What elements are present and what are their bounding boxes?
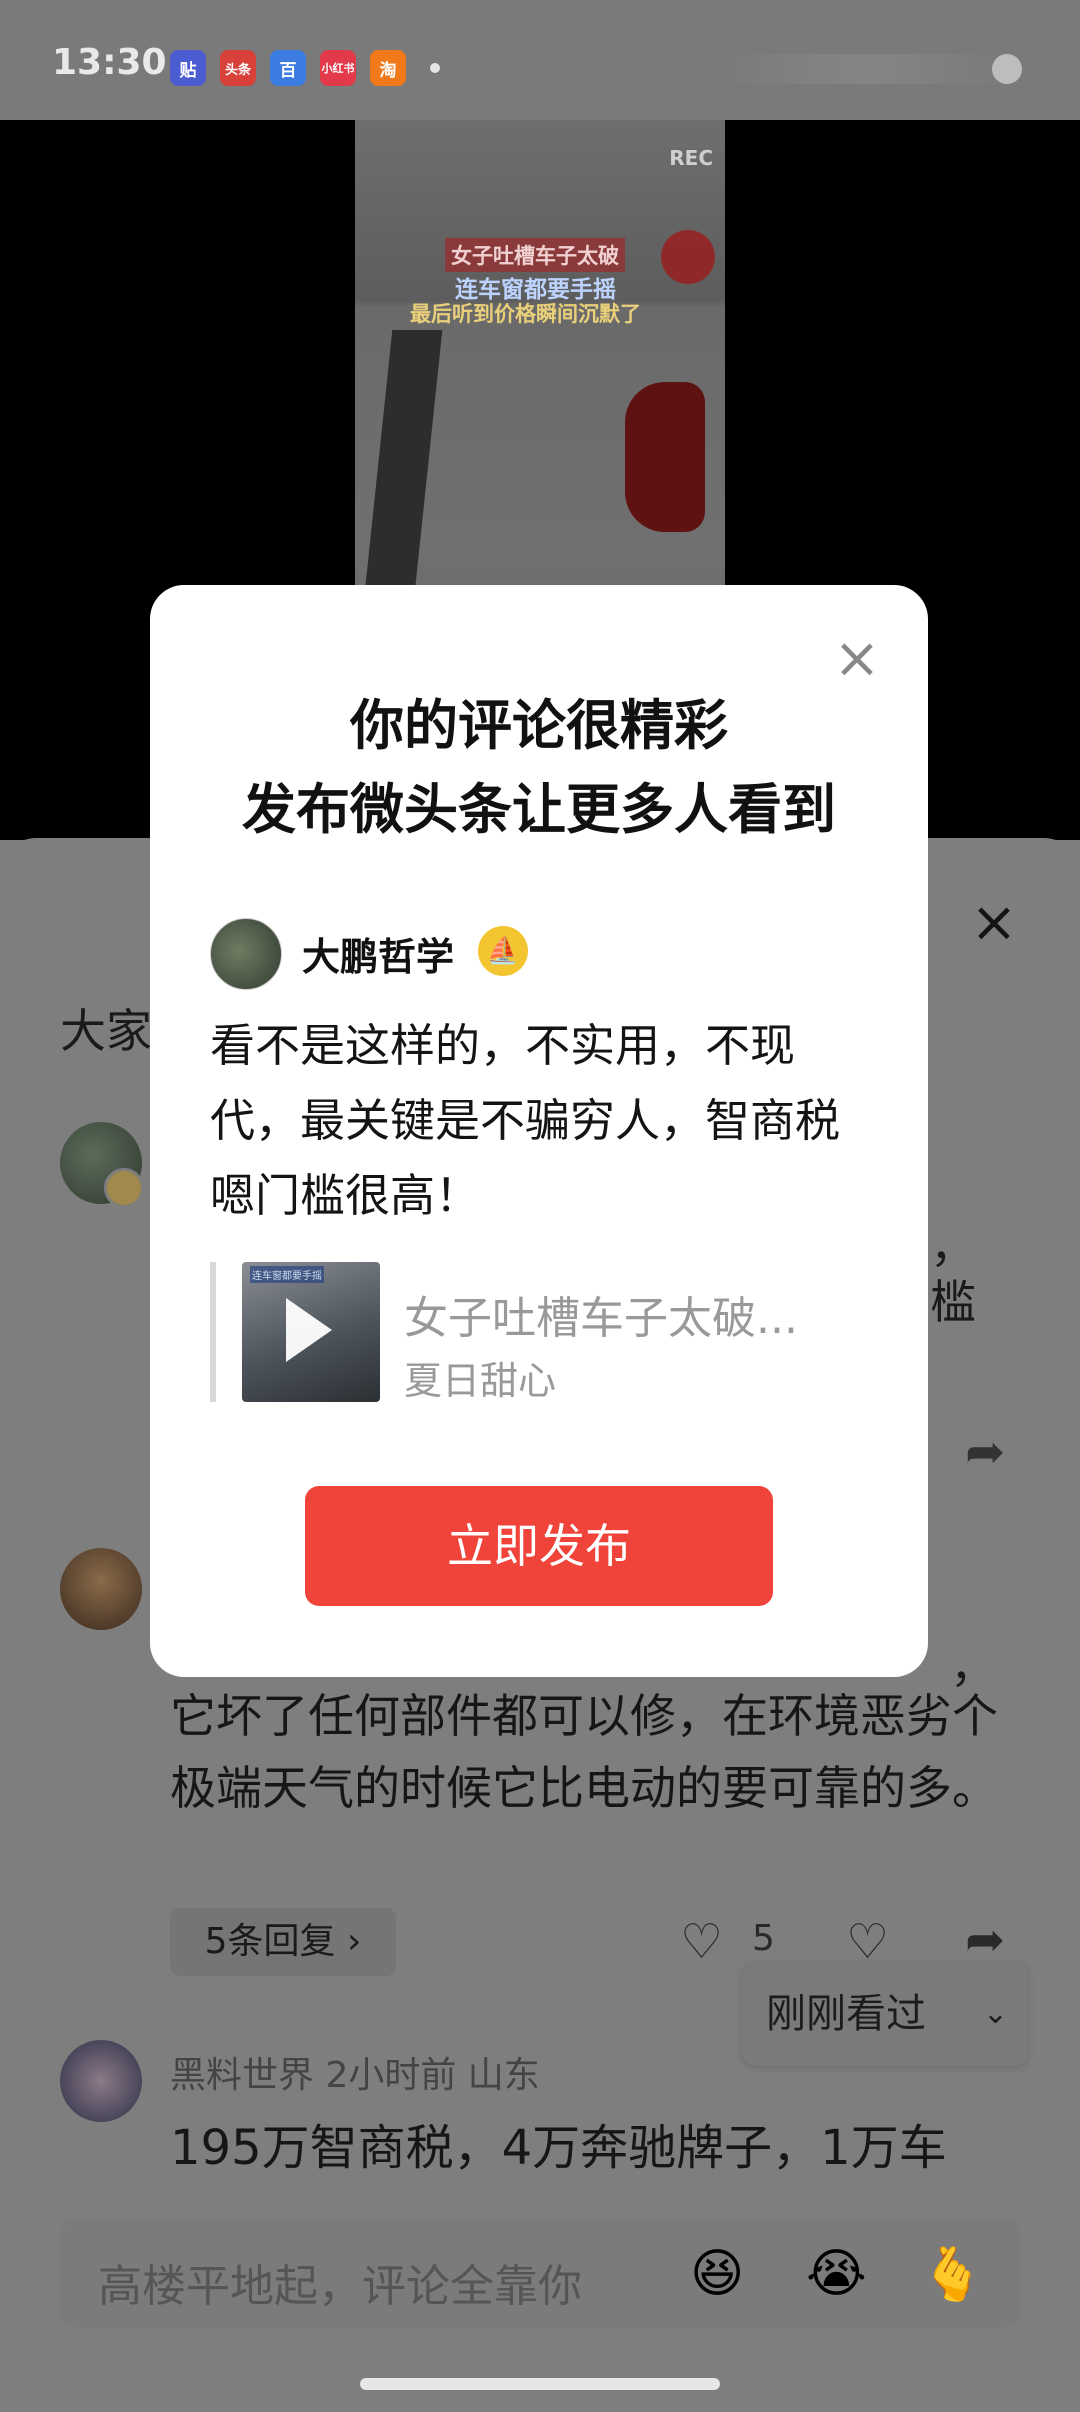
avatar[interactable] bbox=[60, 2040, 142, 2122]
video-blob bbox=[661, 230, 715, 284]
rec-label: REC bbox=[669, 146, 713, 170]
baidu-icon: 百 bbox=[270, 50, 306, 86]
more-notifications-dot bbox=[430, 63, 440, 73]
dialog-comment-text: 看不是这样的，不实用，不现代，最关键是不骗穷人，智商税嗯门槛很高！ bbox=[210, 1019, 841, 1222]
status-time: 13:30 bbox=[52, 42, 167, 83]
video-thumbnail: 连车窗都要手摇 bbox=[242, 1262, 380, 1402]
share-icon[interactable]: ➦ bbox=[965, 1912, 1005, 1968]
sailboat-badge-icon: ⛵ bbox=[478, 926, 528, 976]
referenced-video-title: 女子吐槽车子太破... bbox=[404, 1293, 798, 1344]
video-caption-3: 最后听到价格瞬间沉默了 bbox=[410, 302, 641, 326]
finger-heart-emoji-icon[interactable]: 🫰 bbox=[920, 2244, 985, 2305]
status-indicators bbox=[720, 54, 1010, 84]
xiaohongshu-icon: 小红书 bbox=[320, 50, 356, 86]
like-count: 5 bbox=[752, 1918, 775, 1959]
verified-badge-icon bbox=[104, 1168, 144, 1208]
home-indicator[interactable] bbox=[360, 2378, 720, 2390]
play-icon bbox=[286, 1298, 332, 1362]
dialog-close-icon[interactable]: × bbox=[826, 628, 888, 690]
publish-button[interactable]: 立即发布 bbox=[305, 1486, 773, 1606]
comment-meta: 黑料世界 2小时前 山东 bbox=[170, 2055, 540, 2096]
sheet-title: 大家 bbox=[60, 1004, 152, 1058]
comment-body: 195万智商税，4万奔驰牌子，1万车 bbox=[170, 2120, 947, 2176]
comment-text-fragment: 槛 bbox=[930, 1275, 976, 1329]
share-icon[interactable]: ➦ bbox=[965, 1424, 1005, 1480]
chevron-down-icon: ⌄ bbox=[982, 1996, 1008, 2031]
quote-bar bbox=[210, 1262, 216, 1402]
thumbnail-caption: 连车窗都要手摇 bbox=[250, 1266, 324, 1283]
comment-body: 它坏了任何部件都可以修，在环境恶劣个极端天气的时候它比电动的要可靠的多。 bbox=[170, 1689, 998, 1815]
sheet-close-icon[interactable]: × bbox=[966, 895, 1022, 951]
user-name: 大鹏哲学 bbox=[302, 935, 455, 979]
toutiao-icon: 头条 bbox=[220, 50, 256, 86]
heart-icon[interactable]: ♡ bbox=[680, 1914, 723, 1970]
laugh-emoji-icon[interactable]: 😆 bbox=[690, 2244, 744, 2304]
dialog-title-line-2: 发布微头条让更多人看到 bbox=[242, 778, 836, 841]
replies-button[interactable]: 5条回复 › bbox=[170, 1908, 396, 1976]
status-bar: 13:30 贴 头条 百 小红书 淘 bbox=[0, 0, 1080, 120]
recently-viewed-label: 刚刚看过 bbox=[766, 1991, 926, 2037]
user-avatar bbox=[210, 918, 282, 990]
dialog-title: 你的评论很精彩 发布微头条让更多人看到 bbox=[150, 684, 928, 852]
recently-viewed-button[interactable]: 刚刚看过 ⌄ bbox=[742, 1962, 1028, 2066]
comment-input-placeholder: 高楼平地起，评论全靠你 bbox=[98, 2261, 582, 2312]
dialog-title-line-1: 你的评论很精彩 bbox=[350, 694, 728, 757]
avatar[interactable] bbox=[60, 1548, 142, 1630]
referenced-video-author: 夏日甜心 bbox=[404, 1359, 557, 1403]
tieba-icon: 贴 bbox=[170, 50, 206, 86]
car-taillight bbox=[625, 382, 705, 532]
cry-laugh-emoji-icon[interactable]: 😭 bbox=[806, 2244, 867, 2304]
taobao-icon: 淘 bbox=[370, 50, 406, 86]
video-caption-1: 女子吐槽车子太破 bbox=[445, 238, 625, 272]
notification-icons: 贴 头条 百 小红书 淘 bbox=[170, 50, 440, 86]
battery-icon bbox=[992, 54, 1022, 84]
